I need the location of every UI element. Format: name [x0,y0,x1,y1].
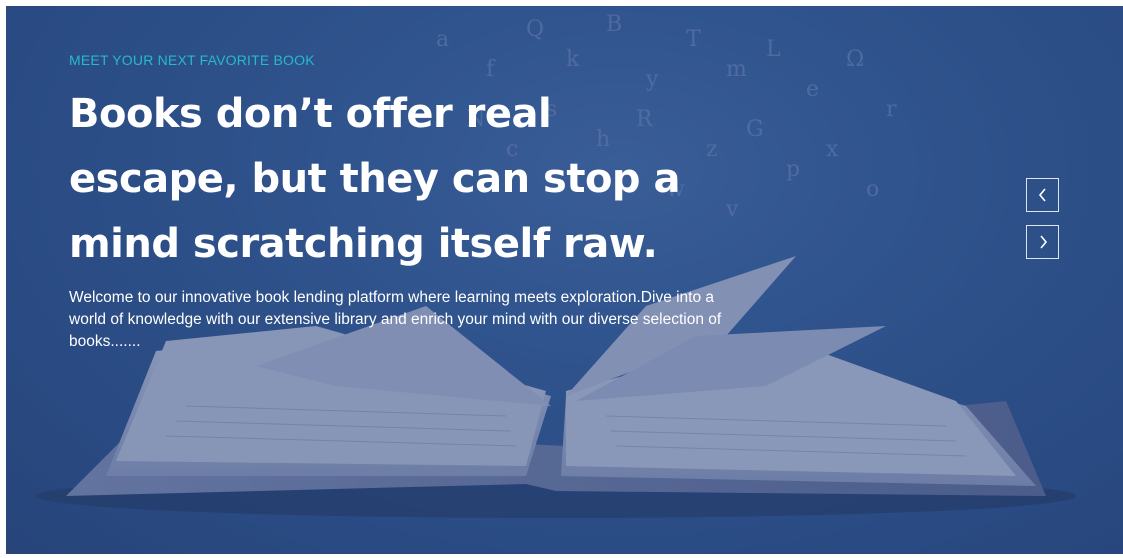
hero-headline-line: escape, but they can stop a [69,156,680,202]
chevron-right-icon [1039,235,1047,249]
hero-headline-line: Books don’t offer real [69,91,552,137]
hero-content: MEET YOUR NEXT FAVORITE BOOK Books don’t… [69,52,769,353]
hero-intro-line: world of knowledge with our extensive li… [69,311,722,328]
hero-headline-line: mind scratching itself raw. [69,221,658,267]
hero-carousel: afQ kBy TmL eΩr shR zGp cNw xov MEET YOU… [6,6,1123,554]
hero-eyebrow: MEET YOUR NEXT FAVORITE BOOK [69,52,315,68]
carousel-next-button[interactable] [1026,225,1059,259]
carousel-prev-button[interactable] [1026,178,1059,212]
hero-intro-text: Welcome to our innovative book lending p… [69,287,734,353]
hero-intro-line: books....... [69,333,141,350]
hero-intro-line: Welcome to our innovative book lending p… [69,289,715,306]
chevron-left-icon [1038,188,1046,202]
hero-headline: Books don’t offer real escape, but they … [69,82,769,277]
